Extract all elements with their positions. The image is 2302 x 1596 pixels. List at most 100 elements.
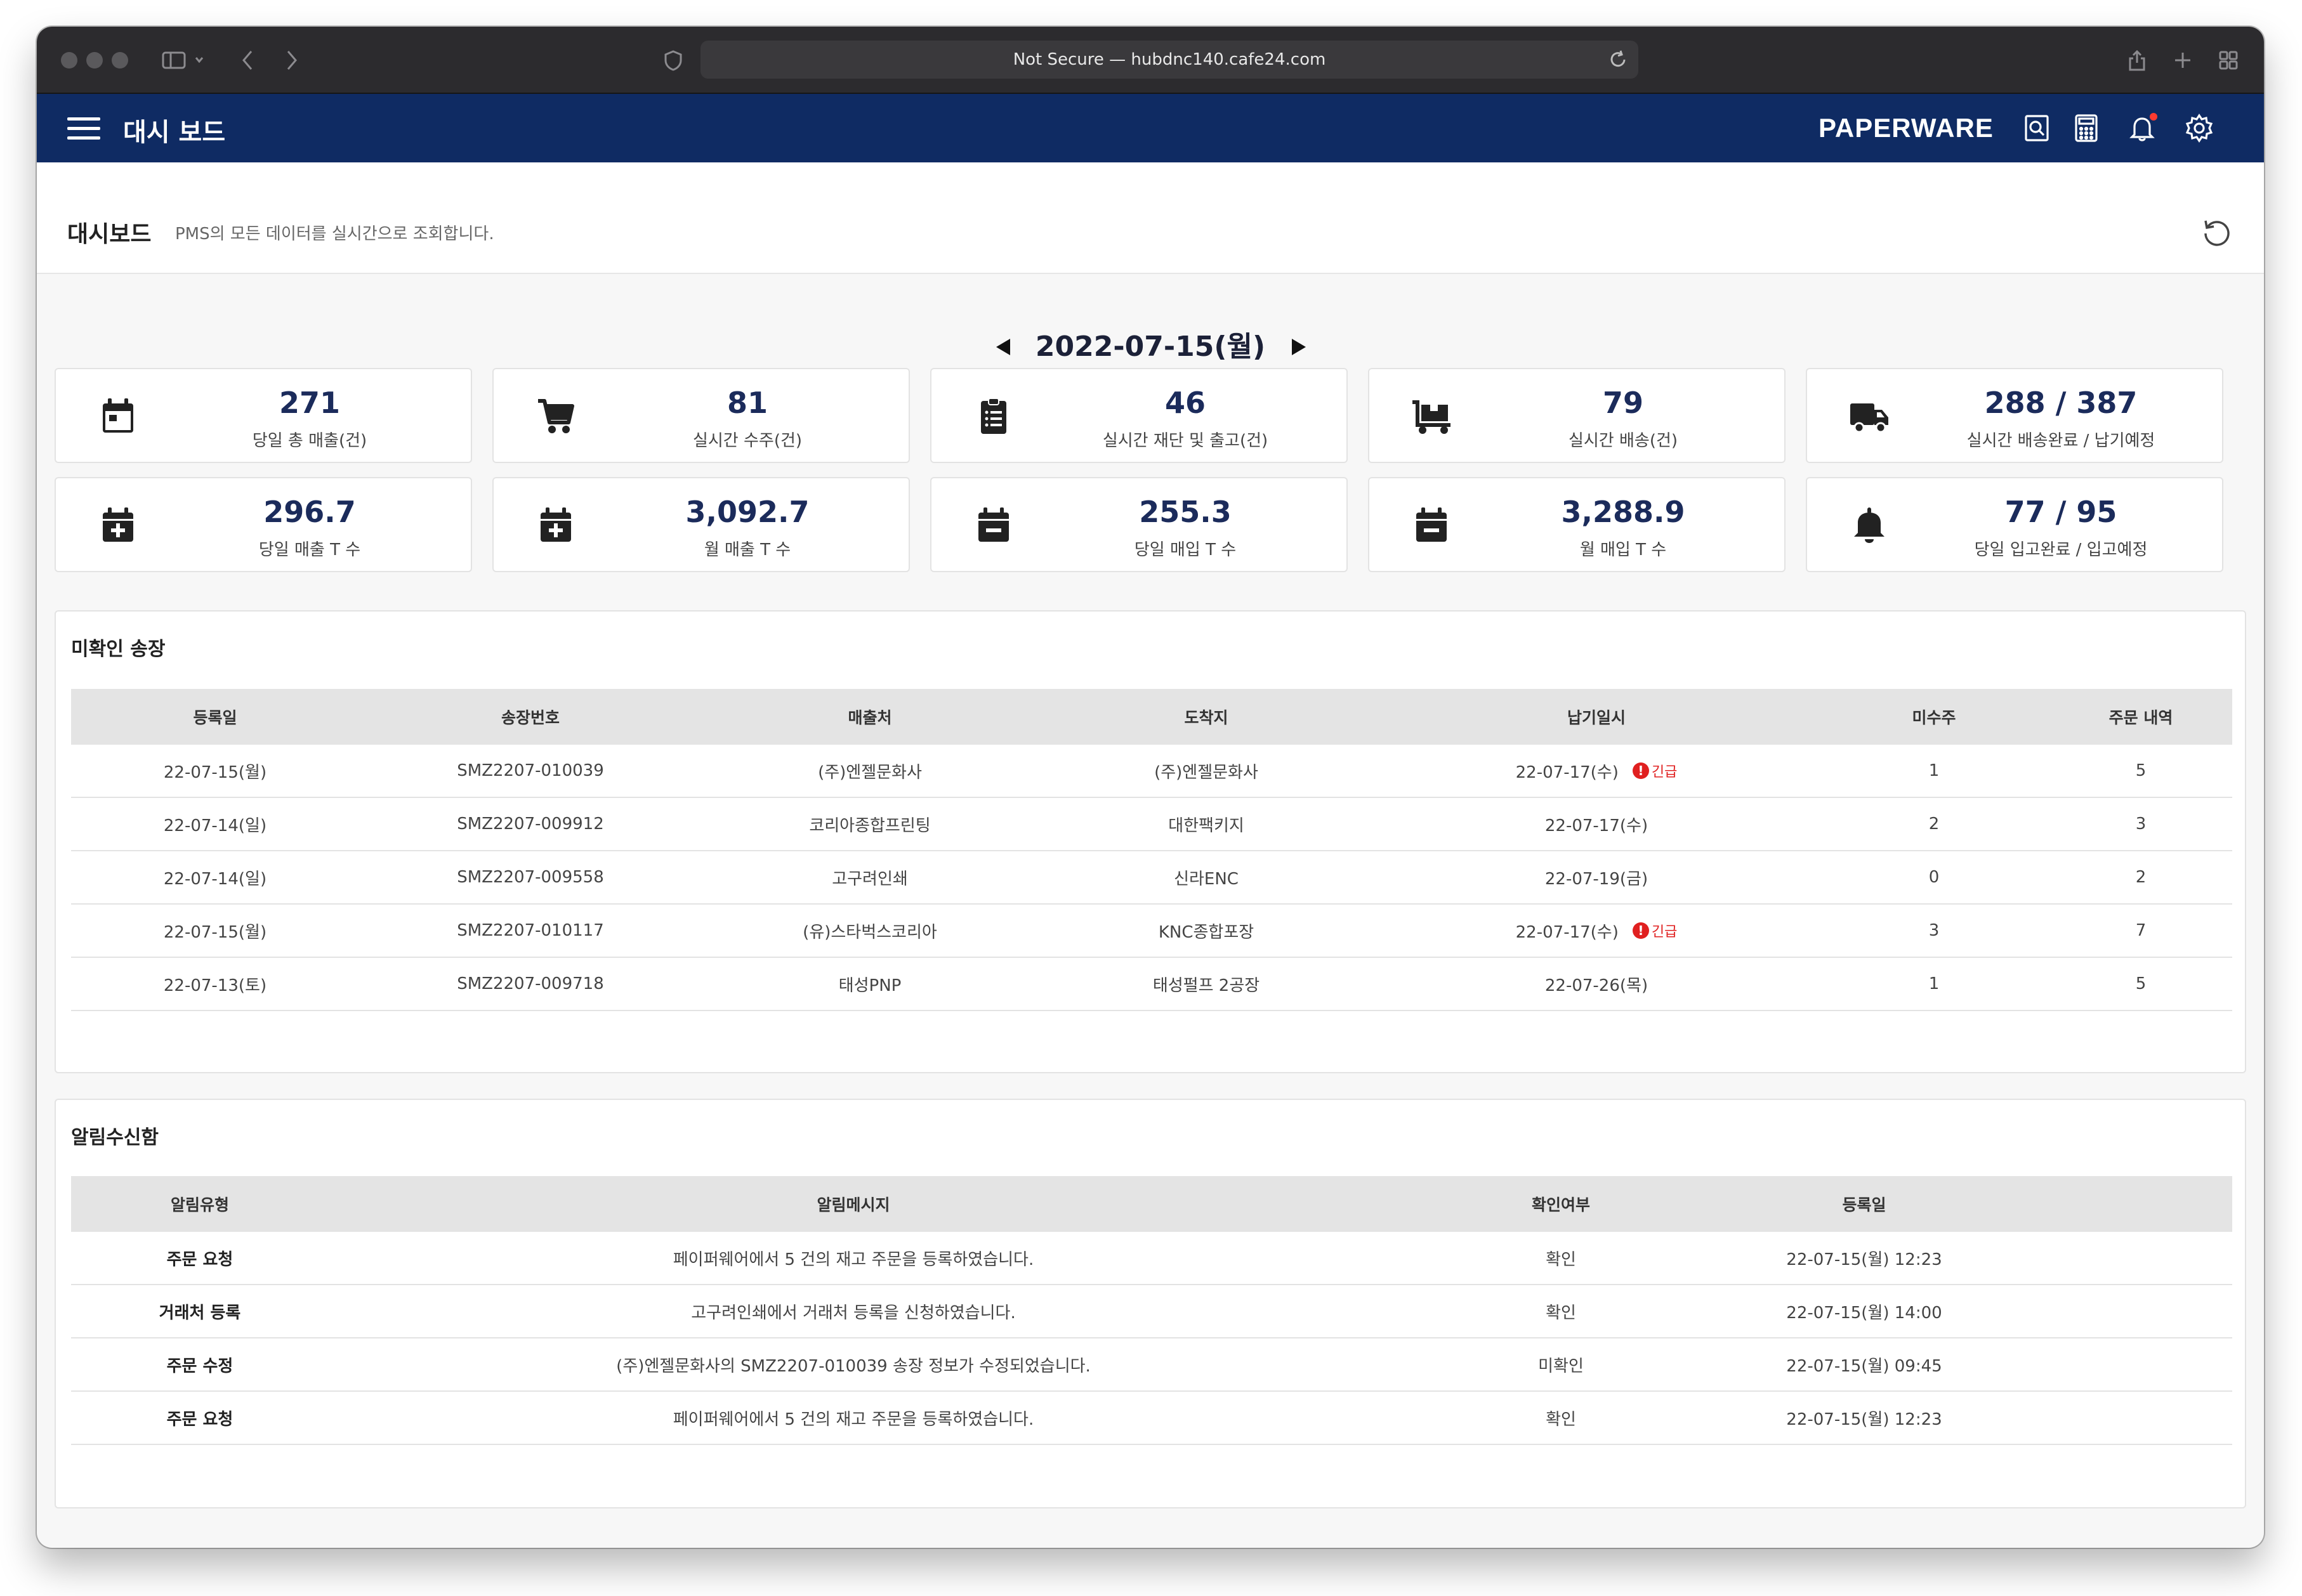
page-description: PMS의 모든 데이터를 실시간으로 조회합니다. [175,225,494,244]
cell-alert-status: 미확인 [1538,1356,1584,1376]
bell-icon[interactable] [2127,113,2157,143]
date-navigator: 2022-07-15(월) [37,325,2264,369]
url-text: Not Secure — hubdnc140.cafe24.com [1013,50,1326,69]
cell-seller: (유)스타벅스코리아 [803,922,937,942]
stat-value: 296.7 [263,495,356,529]
cell-seller: (주)엔젤문화사 [818,762,922,782]
table-row[interactable]: 주문 요청 페이퍼웨어에서 5 건의 재고 주문을 등록하였습니다. 확인 22… [71,1232,2232,1285]
cell-seller: 고구려인쇄 [832,869,908,889]
calendar-icon [98,396,138,436]
stat-label: 당일 매입 T 수 [1134,540,1237,559]
gear-icon[interactable] [2184,113,2214,143]
app-header: 대시 보드 PAPERWARE [37,94,2264,162]
cell-destination: 대한팩키지 [1168,816,1244,835]
cell-alert-date: 22-07-15(월) 12:23 [1786,1410,1942,1429]
tab-overview-icon[interactable] [2216,43,2241,77]
cell-date: 22-07-14(일) [163,869,267,889]
stat-card-cutting-shipping[interactable]: 46 실시간 재단 및 출고(건) [930,368,1348,463]
stat-label: 당일 총 매출(건) [252,431,367,450]
stat-card-monthly-purchase-t[interactable]: 3,288.9 월 매입 T 수 [1368,477,1786,572]
column-header[interactable]: 알림유형 [71,1193,329,1215]
stat-card-daily-sales-t[interactable]: 296.7 당일 매출 T 수 [55,477,472,572]
stat-value: 271 [279,386,341,420]
next-date-button[interactable] [1292,339,1306,355]
refresh-icon[interactable] [2200,216,2233,249]
browser-toolbar: Not Secure — hubdnc140.cafe24.com [37,27,2264,94]
cell-destination: 태성펄프 2공장 [1152,976,1260,995]
column-header[interactable]: 알림메시지 [329,1193,1378,1215]
column-header[interactable]: 납기일시 [1374,705,1819,728]
calendar-plus-icon [98,505,138,546]
cell-date: 22-07-15(월) [163,922,267,942]
column-header[interactable]: 확인여부 [1378,1193,1744,1215]
stat-label: 월 매입 T 수 [1579,540,1667,559]
calculator-icon[interactable] [2071,113,2101,143]
calendar-minus-icon [973,505,1014,546]
table-row[interactable]: 22-07-13(토) SMZ2207-009718 태성PNP 태성펄프 2공… [71,958,2232,1011]
search-doc-icon[interactable] [2022,113,2052,143]
cell-date: 22-07-13(토) [163,976,267,995]
table-row[interactable]: 22-07-14(일) SMZ2207-009912 코리아종합프린팅 대한팩키… [71,798,2232,851]
stat-label: 당일 매출 T 수 [258,540,361,559]
window-close-button[interactable] [61,52,77,69]
stat-card-monthly-sales-t[interactable]: 3,092.7 월 매출 T 수 [492,477,910,572]
stat-value: 255.3 [1139,495,1232,529]
forward-icon[interactable] [279,43,305,77]
prev-date-button[interactable] [996,339,1010,355]
cell-orders: 3 [2135,814,2147,834]
reload-icon[interactable] [1608,49,1628,74]
cell-invoice-no: SMZ2207-009718 [457,974,604,993]
column-header[interactable]: 도착지 [1038,705,1374,728]
stat-card-realtime-delivery[interactable]: 79 실시간 배송(건) [1368,368,1786,463]
share-icon[interactable] [2124,43,2150,77]
table-row[interactable]: 22-07-15(월) SMZ2207-010117 (유)스타벅스코리아 KN… [71,905,2232,958]
stat-card-daily-receiving[interactable]: 77 / 95 당일 입고완료 / 입고예정 [1806,477,2223,572]
calendar-plus-icon [536,505,576,546]
due-date: 22-07-17(수) [1515,922,1619,942]
stat-label: 월 매출 T 수 [704,540,791,559]
address-bar[interactable]: Not Secure — hubdnc140.cafe24.com [700,41,1638,79]
menu-icon[interactable] [67,117,100,140]
new-tab-icon[interactable] [2170,43,2195,77]
stat-label: 실시간 배송(건) [1568,431,1678,450]
stat-card-daily-purchase-t[interactable]: 255.3 당일 매입 T 수 [930,477,1348,572]
cell-orders: 5 [2135,974,2147,993]
cell-unreceived: 3 [1928,921,1940,940]
back-icon[interactable] [235,43,260,77]
column-header[interactable]: 미수주 [1819,705,2049,728]
table-row[interactable]: 주문 요청 페이퍼웨어에서 5 건의 재고 주문을 등록하였습니다. 확인 22… [71,1392,2232,1445]
table-row[interactable]: 거래처 등록 고구려인쇄에서 거래처 등록을 신청하였습니다. 확인 22-07… [71,1285,2232,1338]
privacy-shield-icon[interactable] [659,43,688,77]
brand-logo: PAPERWARE [1819,113,1994,143]
browser-window: Not Secure — hubdnc140.cafe24.com 대시 보드 … [37,27,2264,1548]
table-row[interactable]: 22-07-14(일) SMZ2207-009558 고구려인쇄 신라ENC 2… [71,851,2232,905]
window-minimize-button[interactable] [86,52,103,69]
truck-icon [1849,396,1890,436]
cell-unreceived: 1 [1928,974,1940,993]
cell-orders: 5 [2135,761,2147,780]
cell-date: 22-07-14(일) [163,816,267,835]
cell-alert-date: 22-07-15(월) 12:23 [1786,1250,1942,1269]
stat-card-realtime-orders[interactable]: 81 실시간 수주(건) [492,368,910,463]
column-header[interactable]: 매출처 [702,705,1038,728]
clipboard-list-icon [973,396,1014,436]
column-header[interactable]: 주문 내역 [2049,705,2232,728]
bell-icon [1849,505,1890,546]
alert-icon: ! [1632,922,1649,939]
cell-alert-message: 고구려인쇄에서 거래처 등록을 신청하였습니다. [691,1303,1016,1323]
stat-card-daily-sales[interactable]: 271 당일 총 매출(건) [55,368,472,463]
stat-card-delivery-done[interactable]: 288 / 387 실시간 배송완료 / 납기예정 [1806,368,2223,463]
panel-title: 미확인 송장 [71,638,166,660]
column-header[interactable]: 등록일 [71,705,359,728]
column-header[interactable]: 송장번호 [359,705,702,728]
sidebar-toggle-icon[interactable] [157,43,208,77]
stat-label: 실시간 배송완료 / 납기예정 [1966,431,2155,450]
table-row[interactable]: 주문 수정 (주)엔젤문화사의 SMZ2207-010039 송장 정보가 수정… [71,1338,2232,1392]
column-header[interactable]: 등록일 [1744,1193,1985,1215]
table-row[interactable]: 22-07-15(월) SMZ2207-010039 (주)엔젤문화사 (주)엔… [71,745,2232,798]
stat-value: 77 / 95 [2004,495,2117,529]
window-zoom-button[interactable] [112,52,128,69]
cell-invoice-no: SMZ2207-009558 [457,868,604,887]
cell-destination: KNC종합포장 [1158,922,1254,942]
cell-unreceived: 0 [1928,868,1940,887]
